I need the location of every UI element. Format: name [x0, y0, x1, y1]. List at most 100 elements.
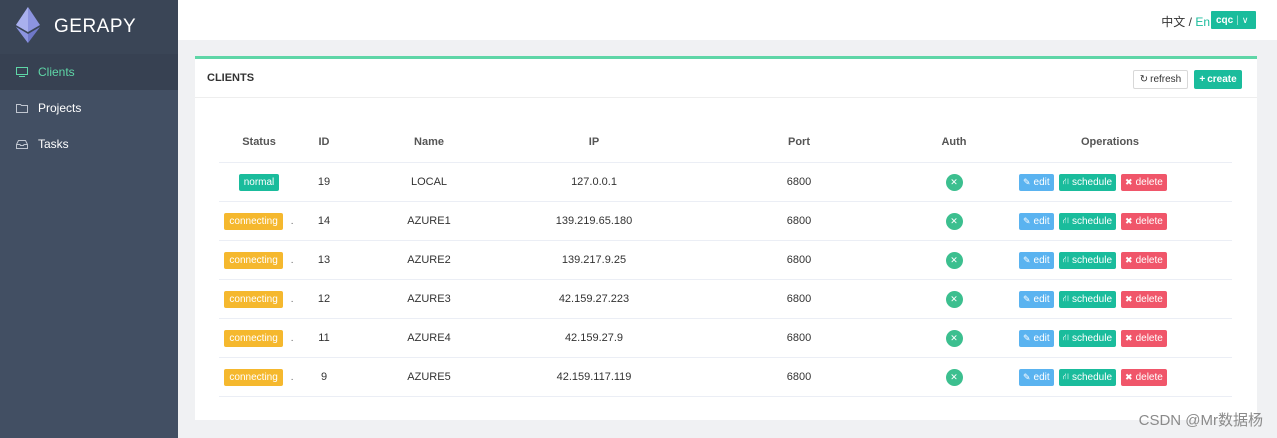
- delete-button[interactable]: ✖ delete: [1121, 368, 1167, 386]
- sitemap-icon: ⛙: [1062, 254, 1069, 264]
- column-header-name: Name: [414, 136, 444, 148]
- user-menu-button[interactable]: cqc | ∨: [1211, 11, 1256, 29]
- table-row: connecting. 14 AZURE1 139.219.65.180 6800 ✕ ✎ e…: [219, 202, 1232, 241]
- status-suffix: .: [290, 371, 294, 383]
- ip-cell: 127.0.0.1: [571, 176, 617, 188]
- status-suffix: .: [290, 332, 294, 344]
- sidebar-item-label: Projects: [38, 101, 82, 115]
- clients-panel: CLIENTS ↻ refresh + create Status ID Nam…: [195, 56, 1257, 420]
- schedule-label: schedule: [1072, 371, 1113, 383]
- delete-button[interactable]: ✖ delete: [1121, 290, 1167, 308]
- delete-label: delete: [1135, 215, 1163, 227]
- edit-button[interactable]: ✎ edit: [1019, 368, 1054, 386]
- close-icon: ✖: [1125, 176, 1133, 187]
- schedule-button[interactable]: ⛙ schedule: [1058, 329, 1117, 347]
- schedule-button[interactable]: ⛙ schedule: [1058, 212, 1117, 230]
- delete-button[interactable]: ✖ delete: [1121, 329, 1167, 347]
- ip-cell: 139.219.65.180: [555, 215, 633, 227]
- status-badge: connecting: [224, 251, 283, 269]
- name-cell: AZURE2: [407, 254, 451, 266]
- operations-cell: ✎ edit ⛙ schedule ✖ delete: [1019, 163, 1201, 201]
- logo-text: GERAPY: [54, 16, 137, 37]
- column-header-operations: Operations: [1080, 136, 1140, 148]
- operations-cell: ✎ edit ⛙ schedule ✖ delete: [1019, 280, 1201, 318]
- sidebar-item-clients[interactable]: Clients: [0, 54, 178, 90]
- chevron-down-icon: ∨: [1241, 14, 1249, 25]
- status-cell: connecting.: [219, 319, 299, 357]
- auth-cell: ✕: [904, 202, 1004, 240]
- status-badge: connecting: [224, 368, 283, 386]
- close-icon: ✖: [1125, 332, 1133, 343]
- edit-button[interactable]: ✎ edit: [1019, 329, 1054, 347]
- lang-en-link[interactable]: En: [1195, 15, 1210, 29]
- lang-zh-link[interactable]: 中文: [1161, 15, 1185, 29]
- inbox-icon: [16, 138, 28, 150]
- close-icon: ✖: [1125, 293, 1133, 304]
- status-cell: connecting.: [219, 202, 299, 240]
- operations-cell: ✎ edit ⛙ schedule ✖ delete: [1019, 202, 1201, 240]
- port-cell: 6800: [786, 371, 812, 383]
- status-badge: connecting: [224, 212, 283, 230]
- status-badge: connecting: [224, 329, 283, 347]
- sidebar-item-tasks[interactable]: Tasks: [0, 126, 178, 162]
- delete-button[interactable]: ✖ delete: [1121, 251, 1167, 269]
- status-badge: connecting: [224, 290, 283, 308]
- create-label: create: [1207, 74, 1237, 85]
- port-cell: 6800: [786, 215, 812, 227]
- status-cell: connecting.: [219, 358, 299, 396]
- sitemap-icon: ⛙: [1062, 293, 1069, 303]
- auth-status-icon: ✕: [945, 173, 963, 191]
- edit-icon: ✎: [1023, 293, 1031, 304]
- id-cell: 9: [320, 371, 328, 383]
- schedule-label: schedule: [1072, 215, 1113, 227]
- port-cell: 6800: [786, 293, 812, 305]
- edit-label: edit: [1033, 176, 1050, 188]
- status-cell: connecting.: [219, 280, 299, 318]
- delete-label: delete: [1135, 293, 1163, 305]
- status-suffix: .: [290, 215, 294, 227]
- monitor-icon: [16, 66, 28, 78]
- operations-cell: ✎ edit ⛙ schedule ✖ delete: [1019, 358, 1201, 396]
- id-cell: 13: [317, 254, 331, 266]
- delete-button[interactable]: ✖ delete: [1121, 173, 1167, 191]
- edit-icon: ✎: [1023, 254, 1031, 265]
- column-header-status: Status: [242, 136, 276, 148]
- top-header: 中文 / En cqc | ∨: [178, 0, 1277, 40]
- edit-button[interactable]: ✎ edit: [1019, 212, 1054, 230]
- edit-icon: ✎: [1023, 371, 1031, 382]
- name-cell: AZURE1: [407, 215, 451, 227]
- lang-separator: /: [1188, 15, 1192, 29]
- close-icon: ✖: [1125, 215, 1133, 226]
- column-header-ip: IP: [588, 136, 600, 148]
- column-header-auth: Auth: [941, 136, 967, 148]
- schedule-button[interactable]: ⛙ schedule: [1058, 251, 1117, 269]
- logo[interactable]: GERAPY: [0, 0, 178, 54]
- sitemap-icon: ⛙: [1062, 215, 1069, 225]
- auth-cell: ✕: [904, 163, 1004, 201]
- status-suffix: .: [290, 293, 294, 305]
- schedule-label: schedule: [1072, 176, 1113, 188]
- schedule-button[interactable]: ⛙ schedule: [1058, 173, 1117, 191]
- edit-button[interactable]: ✎ edit: [1019, 173, 1054, 191]
- refresh-label: refresh: [1150, 74, 1182, 85]
- create-button[interactable]: + create: [1194, 70, 1242, 89]
- edit-label: edit: [1033, 215, 1050, 227]
- auth-cell: ✕: [904, 241, 1004, 279]
- user-name: cqc: [1216, 14, 1234, 26]
- schedule-button[interactable]: ⛙ schedule: [1058, 290, 1117, 308]
- edit-label: edit: [1033, 254, 1050, 266]
- id-cell: 14: [317, 215, 331, 227]
- edit-button[interactable]: ✎ edit: [1019, 251, 1054, 269]
- port-cell: 6800: [786, 176, 812, 188]
- schedule-button[interactable]: ⛙ schedule: [1058, 368, 1117, 386]
- ip-cell: 139.217.9.25: [561, 254, 627, 266]
- refresh-icon: ↻: [1139, 74, 1149, 85]
- name-cell: AZURE5: [407, 371, 451, 383]
- edit-button[interactable]: ✎ edit: [1019, 290, 1054, 308]
- delete-button[interactable]: ✖ delete: [1121, 212, 1167, 230]
- auth-cell: ✕: [904, 280, 1004, 318]
- refresh-button[interactable]: ↻ refresh: [1133, 70, 1188, 89]
- sidebar-item-projects[interactable]: Projects: [0, 90, 178, 126]
- plus-icon: +: [1199, 74, 1206, 85]
- table-row: normal 19 LOCAL 127.0.0.1 6800 ✕ ✎ edit ⛙ schedul…: [219, 163, 1232, 202]
